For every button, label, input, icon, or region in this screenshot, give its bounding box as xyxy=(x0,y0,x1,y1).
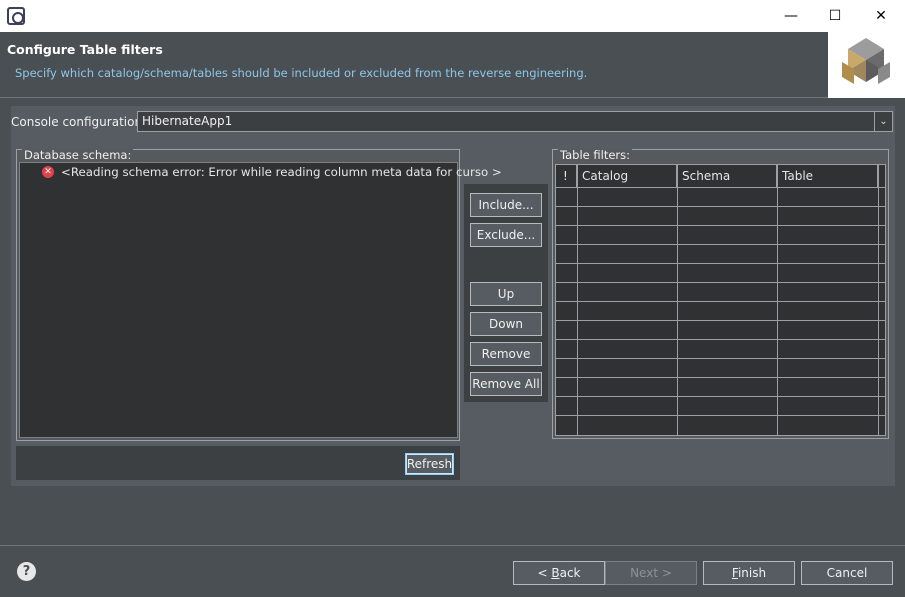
exclude-button[interactable]: Exclude... xyxy=(470,223,542,247)
database-schema-tree[interactable]: ✕ <Reading schema error: Error while rea… xyxy=(19,162,502,438)
table-row-divider xyxy=(556,244,885,245)
column-header-schema[interactable]: Schema xyxy=(677,165,777,187)
down-button[interactable]: Down xyxy=(470,312,542,336)
console-configuration-label: Console configuration: xyxy=(11,115,147,129)
remove-all-button[interactable]: Remove All xyxy=(470,372,542,396)
table-row-divider xyxy=(556,415,885,416)
console-configuration-select[interactable]: HibernateApp1 ⌄ xyxy=(137,111,893,132)
app-icon xyxy=(7,7,25,25)
table-row-divider xyxy=(556,396,885,397)
refresh-bar xyxy=(16,446,460,480)
remove-button[interactable]: Remove xyxy=(470,342,542,366)
back-button[interactable]: < Back xyxy=(513,561,605,585)
table-row-divider xyxy=(556,320,885,321)
help-icon[interactable]: ? xyxy=(17,562,36,581)
console-configuration-value: HibernateApp1 xyxy=(142,114,233,128)
up-button[interactable]: Up xyxy=(470,282,542,306)
tree-item-schema-error[interactable]: <Reading schema error: Error while readi… xyxy=(61,165,502,179)
include-button[interactable]: Include... xyxy=(470,193,542,217)
wizard-header: Configure Table filters Specify which ca… xyxy=(0,32,905,98)
error-icon: ✕ xyxy=(42,166,54,178)
page-description: Specify which catalog/schema/tables shou… xyxy=(15,66,588,80)
finish-button[interactable]: Finish xyxy=(703,561,795,585)
database-schema-label: Database schema: xyxy=(22,148,134,162)
refresh-button[interactable]: Refresh xyxy=(405,453,454,475)
minimize-button[interactable]: — xyxy=(768,0,814,32)
table-row-divider xyxy=(556,206,885,207)
column-header-table[interactable]: Table xyxy=(777,165,878,187)
table-filters-label: Table filters: xyxy=(558,148,633,162)
column-header-catalog[interactable]: Catalog xyxy=(577,165,677,187)
chevron-down-icon[interactable]: ⌄ xyxy=(874,112,892,131)
next-button[interactable]: Next > xyxy=(605,561,697,585)
table-column-divider xyxy=(878,165,879,435)
table-row-divider xyxy=(556,263,885,264)
maximize-button[interactable]: ☐ xyxy=(812,0,858,32)
table-column-divider xyxy=(577,165,578,435)
footer-separator xyxy=(0,545,905,546)
page-title: Configure Table filters xyxy=(7,42,163,57)
table-row-divider xyxy=(556,282,885,283)
back-label: ack xyxy=(559,566,581,580)
back-prefix: < xyxy=(537,566,552,580)
column-header-exclude[interactable]: ! xyxy=(556,165,577,187)
table-column-divider xyxy=(777,165,778,435)
hibernate-logo xyxy=(828,32,905,98)
table-row-divider xyxy=(556,301,885,302)
table-filters-table[interactable]: ! Catalog Schema Table xyxy=(555,164,886,436)
table-row-divider xyxy=(556,225,885,226)
table-row-divider xyxy=(556,377,885,378)
table-row-divider xyxy=(556,339,885,340)
table-row-divider xyxy=(556,358,885,359)
table-row-divider xyxy=(556,187,885,188)
finish-label: inish xyxy=(737,566,767,580)
back-mnemonic: B xyxy=(551,566,560,580)
cancel-button[interactable]: Cancel xyxy=(801,561,893,585)
table-column-divider xyxy=(677,165,678,435)
close-button[interactable]: ✕ xyxy=(858,0,904,32)
